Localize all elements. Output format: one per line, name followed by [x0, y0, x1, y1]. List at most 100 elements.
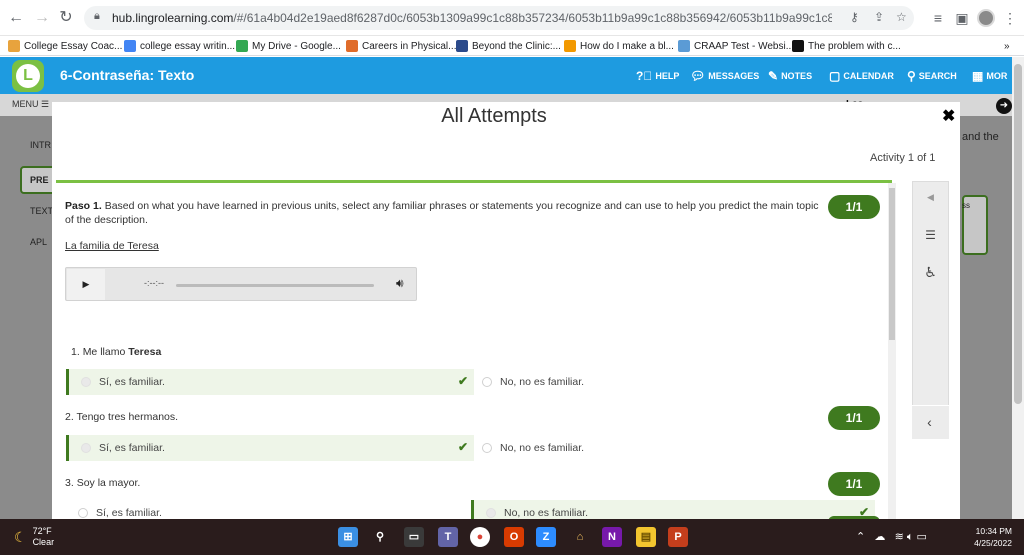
bookmark-item[interactable]: CRAAP Test - Websi...: [678, 38, 794, 54]
help-icon: ?⃝: [636, 69, 653, 83]
key-icon[interactable]: ⚷: [850, 10, 859, 24]
side-item-text[interactable]: TEXT: [30, 206, 53, 216]
q3-option-yes[interactable]: Sí, es familiar.: [66, 500, 470, 519]
collapse-panel-button[interactable]: ‹: [912, 405, 949, 439]
side-item-intro[interactable]: INTR: [30, 140, 51, 150]
sidebar-icon[interactable]: ▣: [952, 8, 972, 28]
menu-toggle[interactable]: MENU ☰: [12, 99, 49, 110]
accessibility-icon[interactable]: ♿︎: [913, 264, 948, 281]
circle-logo-icon: [456, 40, 468, 52]
profile-avatar[interactable]: [977, 9, 995, 27]
notes-link[interactable]: ✎ NOTES: [768, 69, 812, 83]
notes-label: NOTES: [781, 71, 813, 81]
app-logo-icon[interactable]: [12, 60, 44, 92]
forward-button[interactable]: →: [32, 8, 52, 28]
list-icon[interactable]: ☰: [913, 228, 948, 242]
onenote-icon[interactable]: N: [602, 527, 622, 547]
weather-widget[interactable]: ☾ 72°F Clear: [14, 526, 54, 548]
taskbar: ☾ 72°F Clear ⊞ ⚲ ▭ T ● O Z ⌂ N ▤ P ⌃ ☁ ≋ …: [0, 519, 1024, 555]
calendar-link[interactable]: ▢ CALENDAR: [829, 69, 894, 83]
url-path: /#/61a4b04d2e19aed8f6287d0c/6053b1309a99…: [233, 11, 832, 25]
star-icon[interactable]: ☆: [896, 10, 907, 24]
messages-link[interactable]: 💬︎ MESSAGES: [690, 69, 759, 83]
start-menu-icon[interactable]: ⊞: [338, 527, 358, 547]
caret-up-icon[interactable]: ◀: [913, 192, 948, 203]
battery-icon[interactable]: ▭: [917, 531, 927, 543]
radio-icon: [81, 443, 91, 453]
option-label: No, no es familiar.: [500, 442, 585, 454]
radio-icon: [81, 377, 91, 387]
weather-condition: Clear: [32, 537, 55, 547]
temperature: 72°F: [32, 526, 52, 536]
teams-icon[interactable]: T: [438, 527, 458, 547]
q2-option-yes[interactable]: Sí, es familiar. ✔: [66, 435, 474, 461]
attempt-content: Paso 1. Based on what you have learned i…: [56, 183, 892, 519]
grid-icon: ▦: [972, 69, 984, 83]
background-text: and the: [962, 131, 999, 143]
chevron-up-icon[interactable]: ⌃: [856, 531, 865, 543]
bookmark-label: The problem with c...: [808, 40, 901, 52]
bookmark-item[interactable]: College Essay Coac...: [8, 38, 122, 54]
zoom-icon[interactable]: Z: [536, 527, 556, 547]
bookmark-item[interactable]: Careers in Physical...: [346, 38, 456, 54]
clock-time: 10:34 PM: [975, 526, 1012, 536]
audio-seek-bar[interactable]: [176, 284, 374, 287]
step-score-badge: 1/1: [828, 195, 880, 219]
bookmark-item[interactable]: college essay writin...: [124, 38, 235, 54]
question-bold: Teresa: [128, 346, 162, 358]
more-link[interactable]: ▦ MOR: [972, 69, 1007, 83]
media-icon[interactable]: ≡: [928, 8, 948, 28]
bookmark-item[interactable]: The problem with c...: [792, 38, 901, 54]
share-icon[interactable]: ⇪: [874, 10, 884, 24]
help-link[interactable]: ?⃝ HELP: [636, 69, 679, 83]
radio-icon: [482, 443, 492, 453]
side-item-apply[interactable]: APL: [30, 237, 47, 247]
side-item-pre[interactable]: PRE: [30, 175, 49, 185]
radio-icon: [482, 377, 492, 387]
address-bar[interactable]: 🔒︎ hub.lingrolearning.com/#/61a4b04d2e19…: [84, 6, 914, 30]
clock[interactable]: 10:34 PM 4/25/2022: [960, 525, 1012, 549]
bookmark-item[interactable]: How do I make a bl...: [564, 38, 674, 54]
office-icon[interactable]: O: [504, 527, 524, 547]
system-tray[interactable]: ⌃ ☁ ≋ 🔈︎ ▭: [856, 530, 927, 544]
task-view-icon[interactable]: ▭: [404, 527, 424, 547]
modal-scroll-thumb[interactable]: [889, 188, 895, 340]
notion-icon: [792, 40, 804, 52]
page-title: 6-Contraseña: Texto: [60, 67, 195, 83]
menu-label: MENU: [12, 99, 39, 109]
q3-option-no[interactable]: No, no es familiar. ✔: [471, 500, 875, 519]
bookmark-item[interactable]: My Drive - Google...: [236, 38, 341, 54]
home-icon[interactable]: ⌂: [570, 527, 590, 547]
question-prefix: Me llamo: [82, 346, 129, 358]
reload-button[interactable]: ↻: [56, 8, 76, 28]
q3-score-badge: 1/1: [828, 472, 880, 496]
cloud-icon[interactable]: ☁: [874, 531, 885, 543]
edit-icon: ✎: [768, 69, 779, 83]
question-3-text: 3. Soy la mayor.: [65, 477, 140, 489]
play-icon[interactable]: ▶: [67, 269, 105, 300]
close-icon[interactable]: ✖: [942, 106, 955, 126]
chrome-icon[interactable]: ●: [470, 527, 490, 547]
search-link[interactable]: ⚲ SEARCH: [907, 69, 957, 83]
search-taskbar-icon[interactable]: ⚲: [370, 527, 390, 547]
chevron-left-icon[interactable]: ‹: [912, 414, 947, 430]
arrow-right-icon[interactable]: ➜: [996, 98, 1012, 114]
file-explorer-icon[interactable]: ▤: [636, 527, 656, 547]
browser-scroll-thumb[interactable]: [1014, 64, 1022, 404]
back-button[interactable]: ←: [6, 8, 26, 28]
url-text[interactable]: hub.lingrolearning.com/#/61a4b04d2e19aed…: [112, 11, 832, 25]
help-label: HELP: [655, 71, 680, 81]
radio-icon: [78, 508, 88, 518]
more-bookmarks-icon[interactable]: »: [1004, 38, 1010, 54]
q1-option-yes[interactable]: Sí, es familiar. ✔: [66, 369, 474, 395]
modal-title: All Attempts: [441, 105, 547, 127]
q2-option-no[interactable]: No, no es familiar.: [470, 435, 874, 461]
description-title[interactable]: La familia de Teresa: [65, 240, 159, 252]
q1-option-no[interactable]: No, no es familiar.: [470, 369, 874, 395]
powerpoint-icon[interactable]: P: [668, 527, 688, 547]
bookmark-item[interactable]: Beyond the Clinic:...: [456, 38, 561, 54]
more-menu-icon[interactable]: ⋮: [1000, 8, 1020, 28]
wifi-icon[interactable]: ≋: [895, 531, 904, 543]
volume-tray-icon[interactable]: 🔈︎: [907, 531, 914, 543]
volume-icon[interactable]: 🔊︎: [396, 276, 404, 291]
